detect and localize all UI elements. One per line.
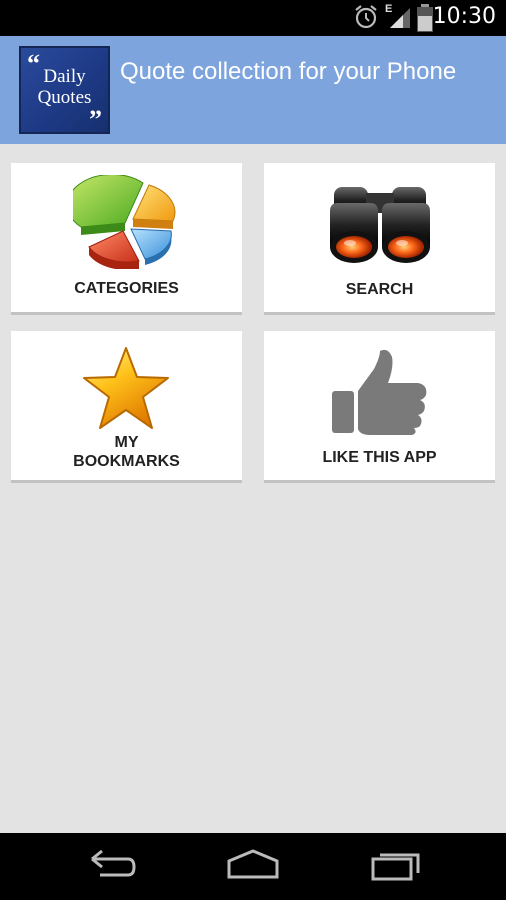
bookmarks-tile[interactable]: MY BOOKMARKS [11,331,242,483]
app-title: Quote collection for your Phone [120,58,457,85]
back-icon[interactable] [88,847,138,883]
status-bar: E 10:30 [0,0,506,36]
logo-line-1: Daily [43,66,86,87]
search-tile[interactable]: SEARCH [264,163,495,315]
signal-icon [390,8,410,28]
battery-icon [417,4,433,32]
bookmarks-label-line-2: BOOKMARKS [73,453,180,470]
system-nav-bar [0,833,506,900]
app-header: “ Daily Quotes ” Quote collection for yo… [0,36,506,144]
alarm-icon [355,5,377,29]
clock: 10:30 [432,4,496,29]
bookmarks-label: MY BOOKMARKS [11,433,242,471]
like-app-label: LIKE THIS APP [322,449,437,466]
bookmarks-label-line-1: MY [114,434,139,451]
categories-tile[interactable]: CATEGORIES [11,163,242,315]
categories-label: CATEGORIES [74,280,179,297]
recent-apps-icon[interactable] [370,847,422,883]
app-logo: “ Daily Quotes ” [19,46,110,134]
pie-chart-icon [73,175,176,269]
thumbs-up-icon [332,349,427,435]
close-quote-mark: ” [89,105,102,134]
home-icon[interactable] [226,847,280,883]
star-icon [83,347,169,429]
search-label: SEARCH [345,281,414,298]
like-app-tile[interactable]: LIKE THIS APP [264,331,495,483]
binoculars-icon [330,187,430,263]
logo-text: Daily Quotes [21,66,108,108]
